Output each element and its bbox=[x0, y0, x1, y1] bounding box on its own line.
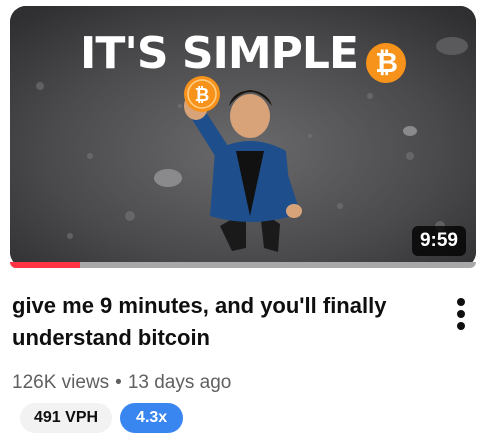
stats-badges: 491 VPH 4.3x bbox=[20, 403, 184, 433]
thumbnail-headline: IT'S SIMPLE ₿ bbox=[10, 28, 476, 83]
watch-progress-fill bbox=[10, 262, 80, 268]
meta-separator: • bbox=[115, 372, 122, 393]
vph-badge: 491 VPH bbox=[20, 403, 113, 433]
more-vertical-icon[interactable] bbox=[446, 292, 476, 332]
svg-text:₿: ₿ bbox=[195, 85, 210, 106]
video-metadata: 126K views • 13 days ago bbox=[12, 372, 231, 394]
duration-badge: 9:59 bbox=[411, 226, 466, 256]
thumbnail-headline-text: IT'S SIMPLE bbox=[79, 28, 359, 79]
video-card: ₿ IT'S SIMPLE ₿ 9:59 give me 9 minutes, a… bbox=[0, 0, 500, 445]
outlier-ratio-badge: 4.3x bbox=[120, 403, 184, 433]
upload-age: 13 days ago bbox=[127, 372, 232, 393]
view-count: 126K views bbox=[12, 372, 110, 393]
video-thumbnail[interactable]: ₿ IT'S SIMPLE ₿ 9:59 bbox=[10, 6, 476, 268]
video-title[interactable]: give me 9 minutes, and you'll finally un… bbox=[12, 290, 432, 354]
bitcoin-icon: ₿ bbox=[366, 43, 407, 83]
watch-progress-bar bbox=[10, 262, 476, 268]
